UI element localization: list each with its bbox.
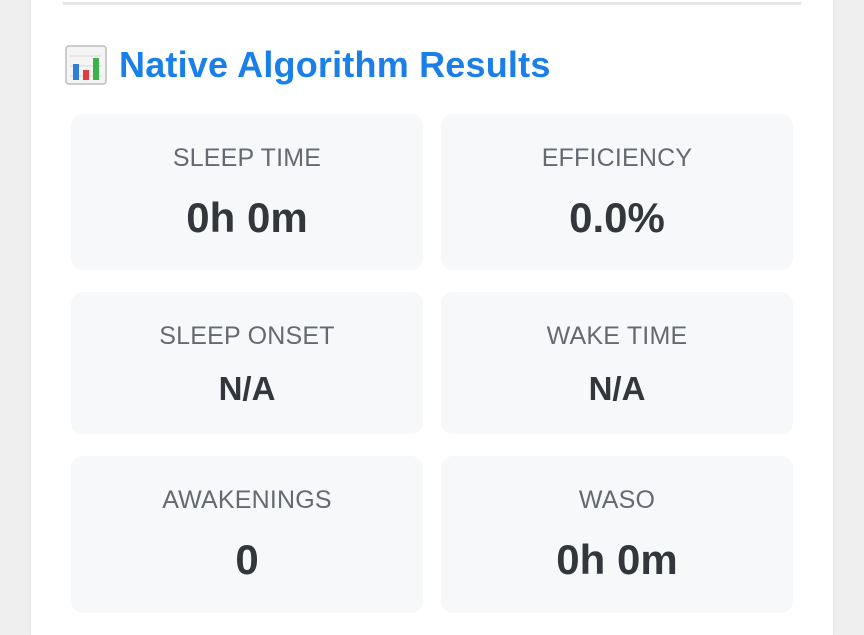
metric-label: WASO bbox=[578, 486, 656, 514]
metric-value: 0h 0m bbox=[556, 536, 678, 583]
metric-sleep-time: SLEEP TIME 0h 0m bbox=[71, 114, 423, 270]
metric-sleep-onset: SLEEP ONSET N/A bbox=[71, 292, 423, 434]
metric-value: N/A bbox=[588, 370, 646, 407]
metric-value: 0 bbox=[235, 536, 259, 583]
metric-label: EFFICIENCY bbox=[541, 144, 693, 172]
metric-waso: WASO 0h 0m bbox=[441, 456, 793, 613]
metric-value: N/A bbox=[218, 370, 276, 407]
metric-label: SLEEP ONSET bbox=[159, 322, 335, 350]
metric-value: 0h 0m bbox=[186, 194, 308, 241]
section-header: Native Algorithm Results bbox=[65, 40, 551, 90]
metric-efficiency: EFFICIENCY 0.0% bbox=[441, 114, 793, 270]
metric-label: AWAKENINGS bbox=[162, 486, 332, 514]
section-divider bbox=[63, 2, 801, 5]
metric-label: WAKE TIME bbox=[546, 322, 688, 350]
section-title: Native Algorithm Results bbox=[119, 44, 551, 85]
metric-awakenings: AWAKENINGS 0 bbox=[71, 456, 423, 613]
metric-value: 0.0% bbox=[569, 194, 665, 241]
bar-chart-icon bbox=[65, 45, 107, 85]
metric-wake-time: WAKE TIME N/A bbox=[441, 292, 793, 434]
metric-label: SLEEP TIME bbox=[172, 144, 322, 172]
results-card: Native Algorithm Results SLEEP TIME 0h 0… bbox=[31, 0, 833, 635]
